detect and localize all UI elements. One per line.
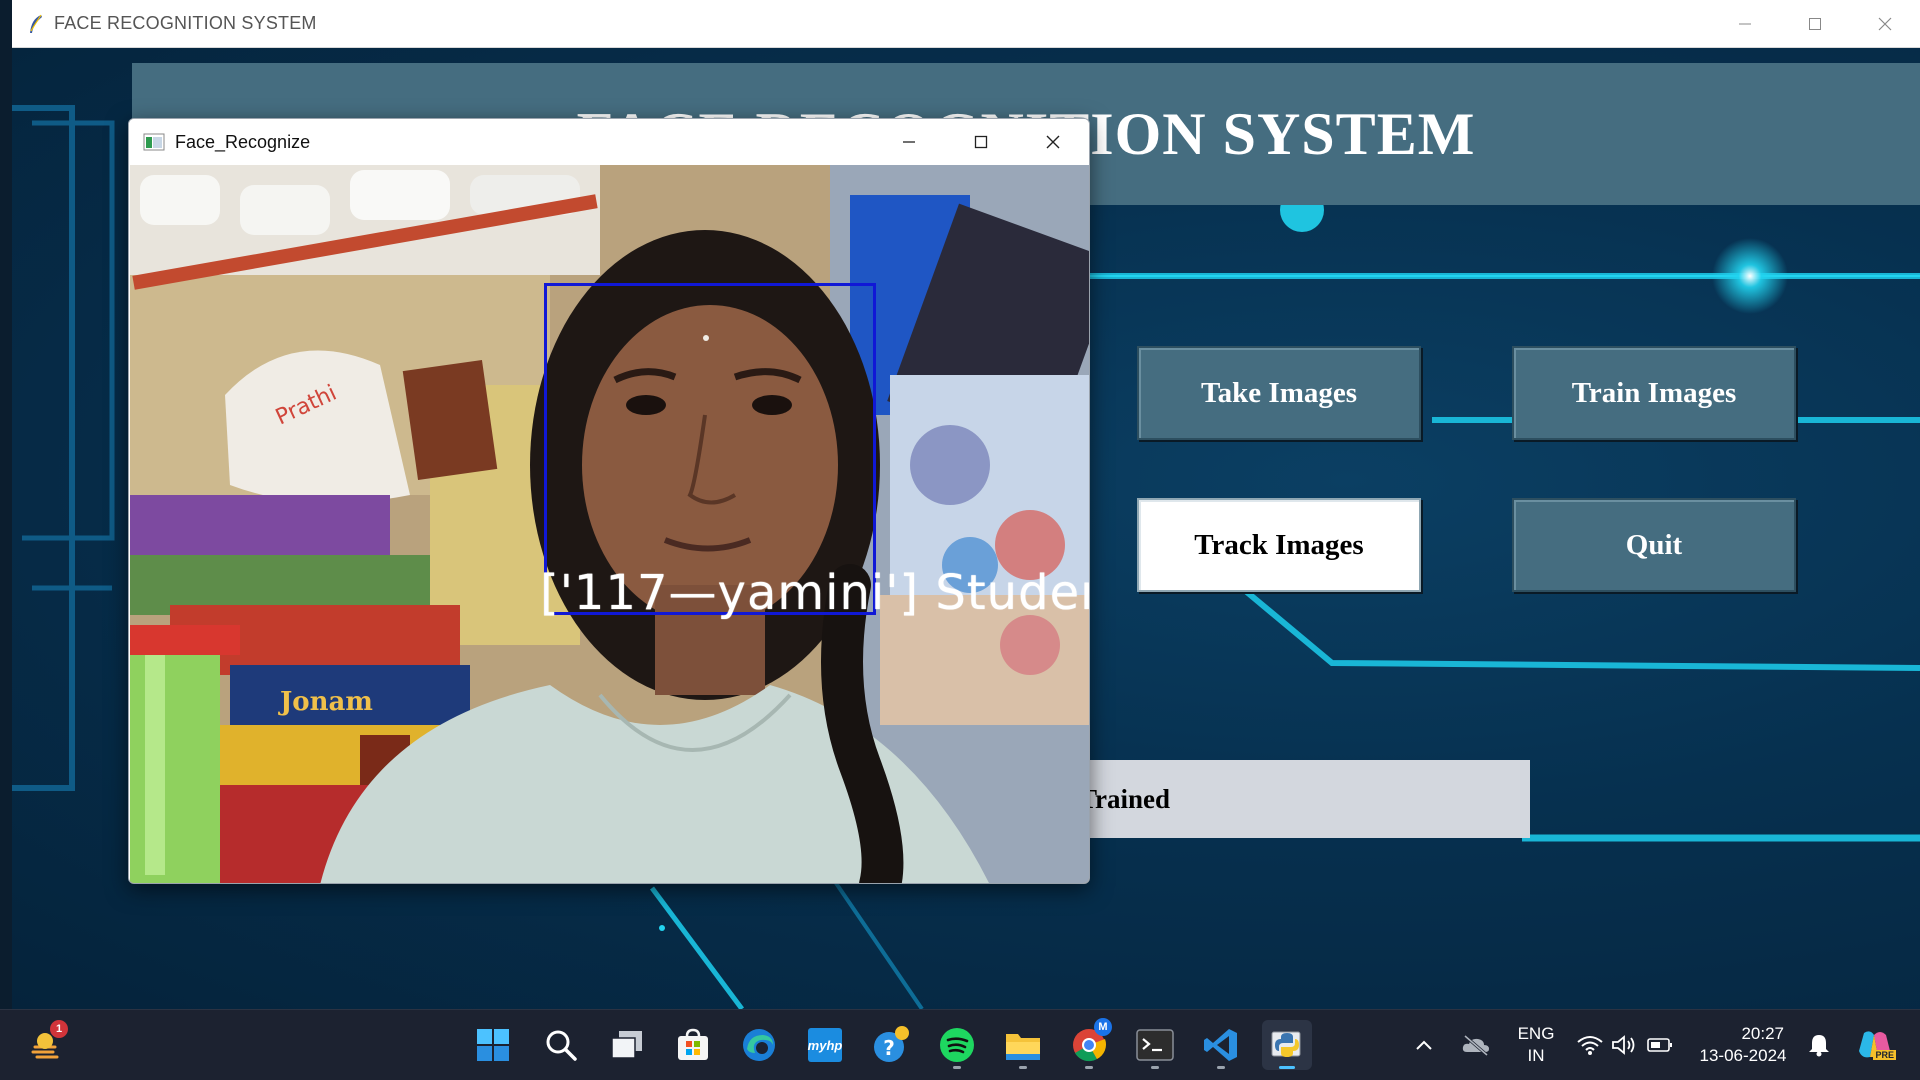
get-help-button[interactable]: ?	[866, 1020, 916, 1070]
volume-icon	[1612, 1035, 1635, 1055]
popup-minimize-button[interactable]	[873, 119, 945, 165]
close-icon	[1878, 17, 1892, 31]
maximize-button[interactable]	[1780, 0, 1850, 48]
quit-button[interactable]: Quit	[1512, 498, 1796, 592]
task-view-button[interactable]	[602, 1020, 652, 1070]
popup-maximize-button[interactable]	[945, 119, 1017, 165]
onedrive-button[interactable]	[1454, 1020, 1498, 1070]
myhp-button[interactable]: myhp	[800, 1020, 850, 1070]
camera-feed: Prathi Jonam ['117—yamini'] Student	[130, 165, 1090, 883]
language-indicator[interactable]: ENG IN	[1508, 1023, 1564, 1067]
quick-settings-button[interactable]	[1572, 1020, 1678, 1070]
minimize-button[interactable]	[1710, 0, 1780, 48]
copilot-button[interactable]: PRE	[1848, 1020, 1900, 1070]
language-code: ENG	[1517, 1024, 1555, 1043]
python-button[interactable]	[1262, 1020, 1312, 1070]
file-explorer-button[interactable]	[998, 1020, 1048, 1070]
popup-window-controls	[873, 119, 1089, 165]
task-view-icon	[611, 1031, 642, 1059]
main-window-controls	[1710, 0, 1920, 48]
windows-start-icon	[477, 1029, 509, 1061]
copilot-preview-badge: PRE	[1873, 1050, 1896, 1060]
track-images-button[interactable]: Track Images	[1137, 498, 1421, 592]
close-button[interactable]	[1850, 0, 1920, 48]
notification-badge: 1	[50, 1020, 68, 1038]
minimize-icon	[903, 141, 915, 143]
train-images-button[interactable]: Train Images	[1512, 346, 1796, 440]
start-button[interactable]	[468, 1020, 518, 1070]
maximize-icon	[974, 135, 988, 149]
file-explorer-icon	[1006, 1034, 1040, 1060]
popup-close-button[interactable]	[1017, 119, 1089, 165]
chevron-up-icon	[1416, 1040, 1432, 1050]
vscode-icon	[1204, 1029, 1237, 1061]
opencv-window-icon	[143, 133, 165, 151]
taskbar: 1 myhp ? M ENG IN 20:27 13-06-2024 PRE	[0, 1009, 1920, 1080]
vscode-button[interactable]	[1196, 1020, 1246, 1070]
popup-titlebar[interactable]: Face_Recognize	[129, 119, 1089, 165]
battery-icon	[1647, 1038, 1672, 1052]
python-icon	[1271, 1031, 1301, 1057]
clock-date: 13-06-2024	[1699, 1046, 1787, 1065]
myhp-label: myhp	[807, 1037, 843, 1053]
terminal-icon	[1136, 1029, 1174, 1061]
main-titlebar[interactable]: FACE RECOGNITION SYSTEM	[12, 0, 1920, 48]
maximize-icon	[1809, 18, 1821, 30]
wifi-icon	[1577, 1036, 1603, 1055]
bell-icon	[1809, 1035, 1829, 1057]
onedrive-offline-icon	[1462, 1034, 1489, 1056]
region-code: IN	[1527, 1046, 1545, 1065]
feather-icon	[30, 14, 42, 33]
edge-icon	[743, 1029, 775, 1061]
store-icon	[678, 1028, 708, 1060]
minimize-icon	[1739, 23, 1751, 25]
show-hidden-icons-button[interactable]	[1406, 1020, 1442, 1070]
popup-title: Face_Recognize	[175, 131, 311, 152]
search-icon	[546, 1030, 577, 1061]
chrome-button[interactable]: M	[1064, 1018, 1114, 1070]
close-icon	[1046, 135, 1060, 149]
chrome-profile-badge: M	[1094, 1018, 1112, 1036]
main-window-title: FACE RECOGNITION SYSTEM	[54, 13, 317, 33]
clock[interactable]: 20:27 13-06-2024	[1690, 1023, 1796, 1067]
microsoft-store-button[interactable]	[668, 1020, 718, 1070]
spotify-icon	[940, 1028, 974, 1062]
svg-text:Jonam: Jonam	[278, 687, 373, 717]
widgets-button[interactable]: 1	[22, 1020, 72, 1070]
terminal-button[interactable]	[1130, 1020, 1180, 1070]
search-button[interactable]	[536, 1020, 586, 1070]
edge-button[interactable]	[734, 1020, 784, 1070]
notifications-button[interactable]	[1796, 1020, 1842, 1070]
clock-time: 20:27	[1741, 1024, 1784, 1043]
svg-text:?: ?	[883, 1036, 895, 1060]
help-icon: ?	[874, 1026, 909, 1062]
spotify-button[interactable]	[932, 1020, 982, 1070]
recognized-face-label: ['117—yamini'] Student	[540, 565, 1090, 621]
face-recognize-window: Face_Recognize Prathi Jonam ['117—yamini…	[128, 118, 1090, 884]
take-images-button[interactable]: Take Images	[1137, 346, 1421, 440]
